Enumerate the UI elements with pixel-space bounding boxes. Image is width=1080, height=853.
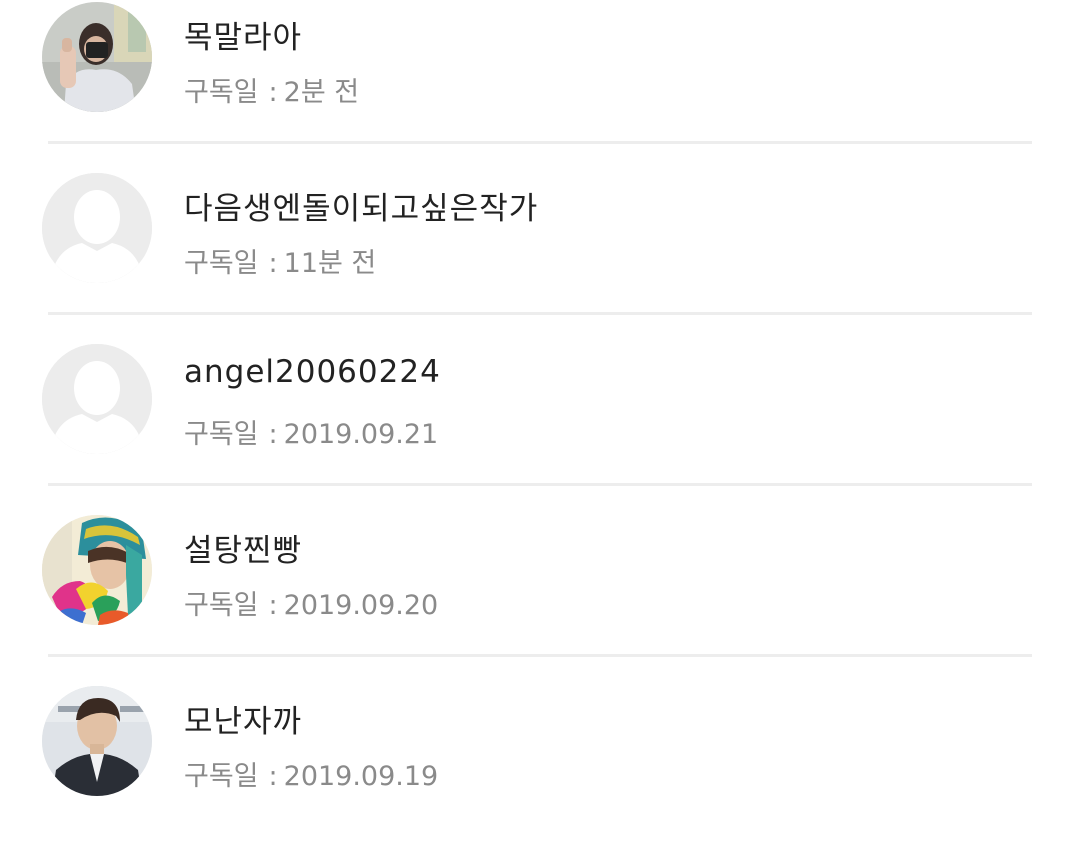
subscribe-date: 구독일:2분 전 <box>184 70 359 109</box>
avatar[interactable] <box>42 344 152 454</box>
avatar-photo-icon <box>42 2 152 112</box>
default-profile-icon <box>42 173 152 283</box>
subscribe-date-value: 2019.09.21 <box>283 419 439 450</box>
date-separator: : <box>268 77 278 108</box>
default-profile-icon <box>42 344 152 454</box>
avatar[interactable] <box>42 173 152 283</box>
date-separator: : <box>268 761 278 792</box>
divider <box>48 654 1032 657</box>
avatar-photo-icon <box>42 515 152 625</box>
subscribe-date-label: 구독일 <box>184 77 259 108</box>
avatar-photo-icon <box>42 686 152 796</box>
subscribe-date-value: 2019.09.20 <box>283 590 439 621</box>
subscribe-date-value: 11분 전 <box>283 248 377 279</box>
subscriber-name[interactable]: 다음생엔돌이되고싶은작가 <box>184 183 538 228</box>
subscriber-list: 목말라아 구독일:2분 전 다음생엔돌이되고싶은작가 구독일:11분 전 ang… <box>0 0 1080 810</box>
subscribe-date-value: 2분 전 <box>283 77 360 108</box>
subscribe-date: 구독일:2019.09.19 <box>184 754 438 793</box>
subscribe-date: 구독일:2019.09.20 <box>184 583 438 622</box>
subscriber-name[interactable]: 모난자까 <box>184 696 302 741</box>
avatar[interactable] <box>42 2 152 112</box>
list-item[interactable]: 목말라아 구독일:2분 전 <box>0 0 1080 170</box>
subscribe-date: 구독일:2019.09.21 <box>184 412 438 451</box>
subscriber-name[interactable]: 설탕찐빵 <box>184 525 302 570</box>
subscribe-date-value: 2019.09.19 <box>283 761 439 792</box>
divider <box>48 141 1032 144</box>
date-separator: : <box>268 590 278 621</box>
avatar[interactable] <box>42 515 152 625</box>
subscriber-name[interactable]: 목말라아 <box>184 12 302 57</box>
subscribe-date: 구독일:11분 전 <box>184 241 376 280</box>
date-separator: : <box>268 419 278 450</box>
divider <box>48 312 1032 315</box>
date-separator: : <box>268 248 278 279</box>
divider <box>48 483 1032 486</box>
avatar[interactable] <box>42 686 152 796</box>
list-item[interactable]: 모난자까 구독일:2019.09.19 <box>0 683 1080 853</box>
subscribe-date-label: 구독일 <box>184 419 259 450</box>
subscriber-name[interactable]: angel20060224 <box>184 354 441 390</box>
subscribe-date-label: 구독일 <box>184 761 259 792</box>
subscribe-date-label: 구독일 <box>184 590 259 621</box>
subscribe-date-label: 구독일 <box>184 248 259 279</box>
